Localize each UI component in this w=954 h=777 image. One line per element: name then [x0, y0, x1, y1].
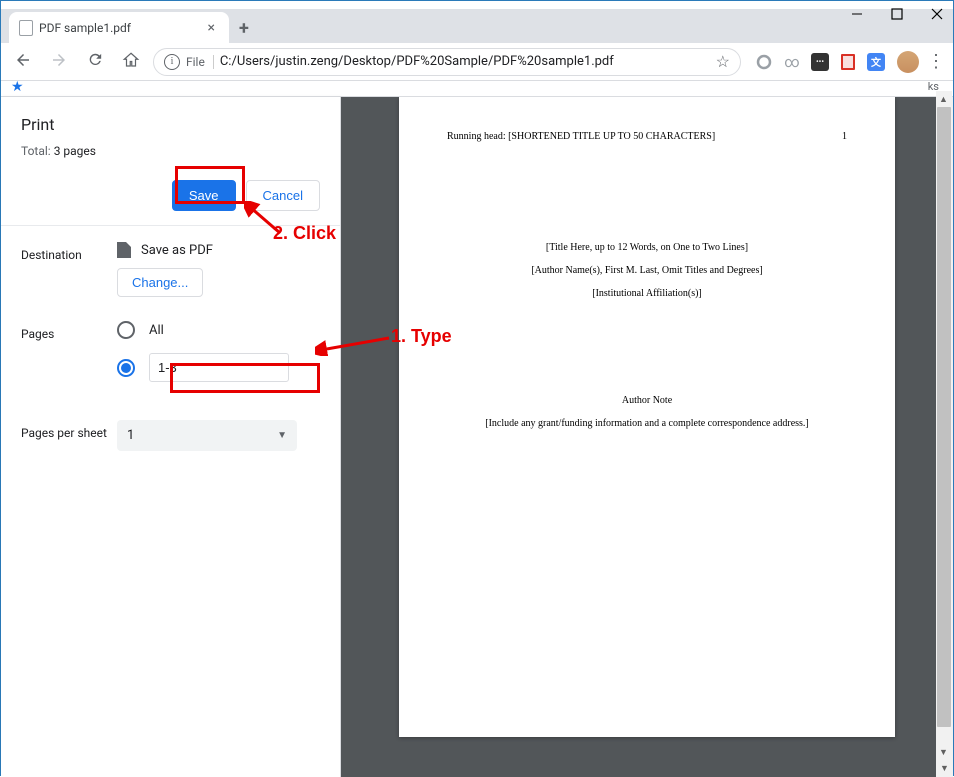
tab-close-icon[interactable]: × [204, 20, 219, 36]
preview-affil-line: [Institutional Affiliation(s)] [447, 288, 847, 299]
profile-avatar[interactable] [897, 51, 919, 73]
print-preview: Running head: [SHORTENED TITLE UP TO 50 … [341, 97, 953, 777]
page-number: 1 [842, 131, 847, 142]
print-panel: Print Total: 3 pages Save Cancel Destina… [1, 97, 341, 777]
preview-author-sub: [Include any grant/funding information a… [447, 418, 847, 429]
chrome-menu-icon[interactable]: ⋮ [927, 51, 945, 72]
pages-per-sheet-select[interactable]: 1 ▼ [117, 420, 297, 451]
minimize-icon[interactable] [851, 8, 863, 20]
radio-unchecked-icon [117, 321, 135, 339]
tab-active[interactable]: PDF sample1.pdf × [9, 12, 229, 44]
pages-all-radio[interactable]: All [117, 321, 320, 339]
back-button[interactable] [9, 51, 37, 73]
site-info-icon[interactable]: i [164, 54, 180, 70]
preview-author-note: Author Note [447, 395, 847, 406]
address-bar: i File C:/Users/justin.zeng/Desktop/PDF%… [1, 43, 953, 81]
print-title: Print [21, 115, 320, 134]
url-text: C:/Users/justin.zeng/Desktop/PDF%20Sampl… [220, 54, 710, 69]
preview-author-line: [Author Name(s), First M. Last, Omit Tit… [447, 265, 847, 276]
page-scrollbar[interactable]: ▲ ▼ [936, 91, 952, 761]
pages-range-radio[interactable] [117, 353, 320, 382]
bookmark-star-icon[interactable]: ☆ [716, 52, 730, 71]
ext-box-icon[interactable]: ••• [811, 53, 829, 71]
tabs-row: PDF sample1.pdf × + [1, 9, 953, 43]
file-chip: File [186, 55, 214, 69]
close-icon[interactable] [931, 8, 943, 20]
tab-title: PDF sample1.pdf [39, 21, 204, 35]
pps-label: Pages per sheet [21, 420, 117, 442]
home-button[interactable] [117, 51, 145, 73]
annotation-click-label: 2. Click [273, 223, 336, 244]
ext-circle-icon[interactable] [755, 53, 773, 71]
change-destination-button[interactable]: Change... [117, 268, 203, 297]
ext-translate-icon[interactable]: 文 [867, 53, 885, 71]
bookmark-folder-icon[interactable]: ★ [11, 79, 24, 95]
ext-chain-icon[interactable]: ∞ [783, 53, 801, 71]
pages-label: Pages [21, 321, 117, 341]
forward-button[interactable] [45, 51, 73, 73]
bookmarks-bar: ★ ks [1, 81, 953, 97]
pdf-doc-icon [117, 242, 131, 258]
pages-range-input[interactable] [149, 353, 289, 382]
running-head: Running head: [SHORTENED TITLE UP TO 50 … [447, 131, 715, 142]
reload-button[interactable] [81, 51, 109, 72]
save-button[interactable]: Save [172, 180, 236, 211]
annotation-arrow-type [315, 330, 393, 356]
radio-checked-icon [117, 359, 135, 377]
destination-value: Save as PDF [117, 242, 320, 258]
maximize-icon[interactable] [891, 8, 903, 20]
url-input[interactable]: i File C:/Users/justin.zeng/Desktop/PDF%… [153, 48, 741, 76]
annotation-type-label: 1. Type [391, 326, 452, 347]
new-tab-button[interactable]: + [239, 18, 249, 39]
ext-pdf-icon[interactable] [839, 53, 857, 71]
destination-label: Destination [21, 242, 117, 262]
window-controls [851, 8, 943, 20]
extensions: ∞ ••• 文 [755, 53, 885, 71]
pdf-tab-icon [19, 20, 33, 36]
print-total: Total: 3 pages [21, 144, 320, 158]
titlebar [1, 1, 953, 9]
scrollbar-thumb[interactable] [937, 107, 951, 727]
chevron-down-icon: ▼ [277, 430, 287, 441]
preview-page: Running head: [SHORTENED TITLE UP TO 50 … [399, 97, 895, 737]
preview-title-line: [Title Here, up to 12 Words, on One to T… [447, 242, 847, 253]
